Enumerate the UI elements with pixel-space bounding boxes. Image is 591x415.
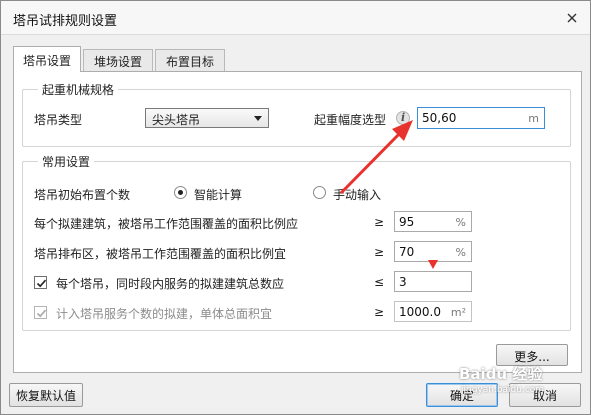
- annotation-arrow-icon: [339, 120, 438, 269]
- dialog-window: 塔吊试排规则设置 塔吊设置 堆场设置 布置目标 起重机械规格 塔吊类型 尖头塔吊…: [0, 0, 591, 415]
- watermark-url: jingyan.baidu.com: [461, 385, 545, 395]
- tab-crane-settings[interactable]: 塔吊设置: [13, 46, 81, 72]
- watermark-logo: Baidu 经验: [459, 365, 543, 383]
